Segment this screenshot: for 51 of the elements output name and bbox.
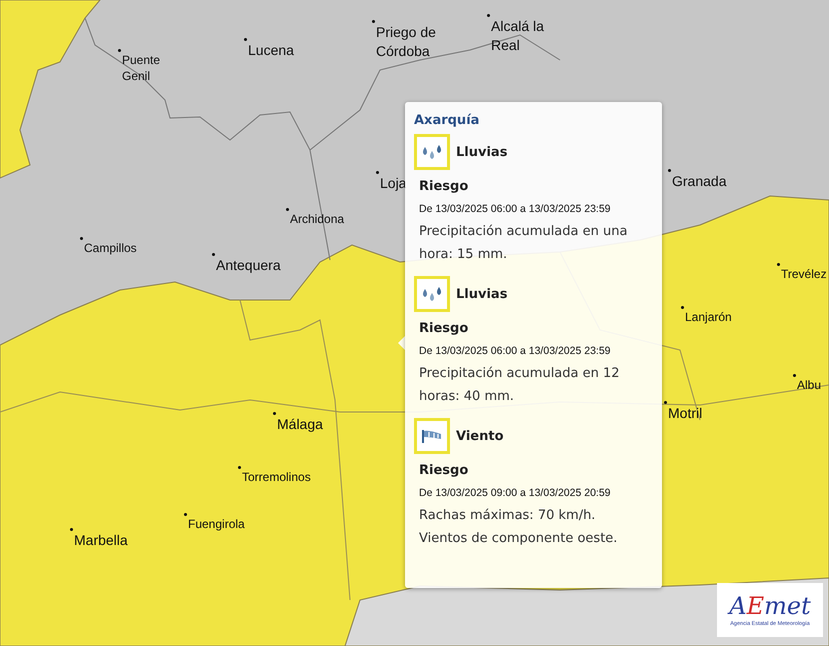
raindrops-icon: [420, 285, 444, 303]
city-label: Granada: [672, 172, 726, 191]
level-label: Riesgo: [419, 321, 470, 336]
phenomenon-label: Lluvias: [456, 144, 508, 160]
city-label: Puente Genil: [122, 52, 162, 84]
city-label: Loja: [380, 174, 406, 193]
city-dot-icon: [238, 466, 241, 469]
city-label: Archidona: [290, 211, 344, 228]
city-dot-icon: [212, 253, 215, 256]
phenomenon-label: Viento: [456, 428, 504, 444]
city-label: Priego de Córdoba: [376, 23, 437, 61]
logo-wordmark: AEmet: [729, 594, 811, 618]
city-label: Trevélez: [781, 266, 827, 282]
city-label: Motril: [668, 404, 702, 423]
windsock-icon: [421, 428, 443, 444]
city-dot-icon: [273, 412, 276, 415]
description-text: Precipitación acumulada en 12 horas: 40 mm.: [419, 365, 621, 406]
city-label: Lucena: [248, 41, 294, 60]
city-dot-icon: [184, 513, 187, 516]
city-label: Marbella: [74, 531, 128, 550]
city-dot-icon: [681, 306, 684, 309]
city-dot-icon: [286, 208, 289, 211]
city-label: Campillos: [84, 240, 137, 256]
city-label: Fuengirola: [188, 516, 245, 532]
city-label: Torremolinos: [242, 469, 311, 486]
description-text: Rachas máximas: 70 km/h. Vientos de componente oeste.: [419, 507, 618, 548]
city-label: Antequera: [216, 256, 281, 275]
city-dot-icon: [70, 528, 73, 531]
raindrops-icon: [420, 143, 444, 161]
period-text: De 13/03/2025 09:00 a 13/03/2025 20:59: [419, 487, 612, 499]
zone-title: Axarquía: [414, 113, 480, 128]
city-dot-icon: [664, 401, 667, 404]
phenomenon-label: Lluvias: [456, 286, 508, 302]
city-dot-icon: [244, 38, 247, 41]
city-dot-icon: [376, 171, 379, 174]
city-dot-icon: [80, 237, 83, 240]
city-label: Alcalá la Real: [491, 17, 545, 55]
level-label: Riesgo: [419, 463, 470, 478]
city-dot-icon: [668, 169, 671, 172]
period-text: De 13/03/2025 06:00 a 13/03/2025 23:59: [419, 345, 612, 357]
period-text: De 13/03/2025 06:00 a 13/03/2025 23:59: [419, 203, 612, 215]
city-dot-icon: [372, 20, 375, 23]
city-label: Málaga: [277, 415, 323, 434]
city-dot-icon: [777, 263, 780, 266]
city-dot-icon: [487, 14, 490, 17]
description-text: Precipitación acumulada en una hora: 15 mm.: [419, 223, 628, 264]
city-dot-icon: [118, 49, 121, 52]
city-label: Albu: [797, 377, 822, 394]
city-dot-icon: [793, 374, 796, 377]
city-label: Lanjarón: [685, 309, 732, 326]
level-label: Riesgo: [419, 179, 470, 194]
